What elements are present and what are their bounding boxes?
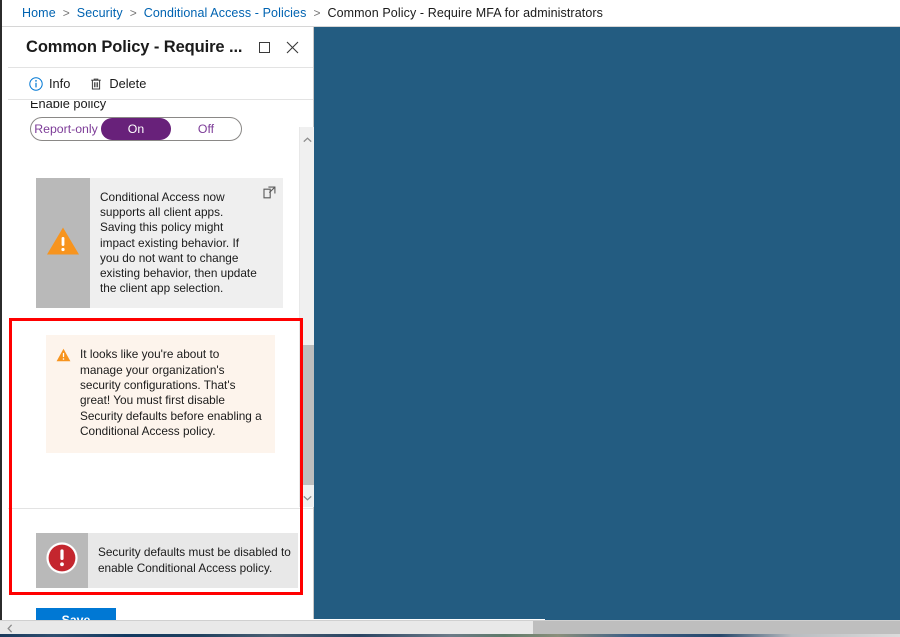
breadcrumb-separator: >	[313, 6, 321, 20]
breadcrumb: Home > Security > Conditional Access - P…	[0, 0, 900, 27]
blade-content: Enable policy Report-only On Off Conditi…	[8, 101, 299, 454]
chevron-left-icon[interactable]	[4, 622, 15, 634]
error-icon-column	[36, 533, 88, 588]
breadcrumb-item-current: Common Policy - Require MFA for administ…	[327, 6, 603, 20]
blade-command-bar: Info Delete	[8, 67, 313, 100]
delete-button[interactable]: Delete	[88, 76, 146, 91]
breadcrumb-item-home[interactable]: Home	[22, 6, 56, 20]
blade-content-scroll-region[interactable]: Enable policy Report-only On Off Conditi…	[8, 101, 313, 507]
toggle-option-off[interactable]: Off	[171, 118, 241, 140]
banner-icon-column	[36, 178, 90, 309]
enable-policy-label: Enable policy	[30, 101, 107, 111]
close-icon[interactable]	[279, 34, 305, 60]
page-title: Common Policy - Require ...	[26, 37, 243, 56]
toggle-option-report-only[interactable]: Report-only	[31, 118, 101, 140]
blade-vertical-scrollbar[interactable]	[299, 127, 314, 507]
error-circle-icon	[45, 541, 79, 580]
chevron-down-icon[interactable]	[300, 490, 314, 505]
warning-triangle-icon	[46, 226, 80, 261]
window-left-border	[0, 0, 2, 620]
external-link-icon[interactable]	[263, 186, 276, 199]
scrollbar-thumb-vertical[interactable]	[300, 345, 314, 485]
info-button-label: Info	[49, 76, 71, 91]
trash-icon	[88, 76, 103, 91]
portal-backdrop	[313, 27, 900, 619]
security-defaults-error-banner: Security defaults must be disabled to en…	[36, 533, 298, 588]
security-defaults-error-text: Security defaults must be disabled to en…	[98, 545, 291, 575]
client-apps-info-banner: Conditional Access now supports all clie…	[36, 178, 283, 309]
security-defaults-warning-text: It looks like you're about to manage you…	[80, 347, 262, 438]
breadcrumb-item-conditional-access-policies[interactable]: Conditional Access - Policies	[144, 6, 307, 20]
enable-policy-toggle[interactable]: Report-only On Off	[30, 117, 242, 141]
maximize-icon[interactable]	[251, 34, 277, 60]
delete-button-label: Delete	[109, 76, 147, 91]
client-apps-info-text: Conditional Access now supports all clie…	[100, 190, 257, 296]
breadcrumb-item-security[interactable]: Security	[77, 6, 123, 20]
chevron-up-icon[interactable]	[300, 132, 314, 147]
security-defaults-warning-callout: It looks like you're about to manage you…	[46, 335, 275, 454]
breadcrumb-separator: >	[62, 6, 70, 20]
warning-triangle-icon	[56, 348, 71, 439]
info-circle-icon	[28, 76, 43, 91]
blade-header: Common Policy - Require ...	[8, 27, 313, 67]
policy-blade: Common Policy - Require ... Info Delete …	[8, 27, 314, 631]
breadcrumb-separator: >	[129, 6, 137, 20]
blade-window-buttons	[251, 34, 305, 60]
page-horizontal-scrollbar[interactable]	[0, 620, 900, 634]
blade-footer: Security defaults must be disabled to en…	[8, 508, 313, 618]
screenshot-root: Home > Security > Conditional Access - P…	[0, 0, 900, 637]
info-button[interactable]: Info	[28, 76, 70, 91]
toggle-option-on[interactable]: On	[101, 118, 171, 140]
scrollbar-track-horizontal[interactable]	[533, 621, 900, 634]
